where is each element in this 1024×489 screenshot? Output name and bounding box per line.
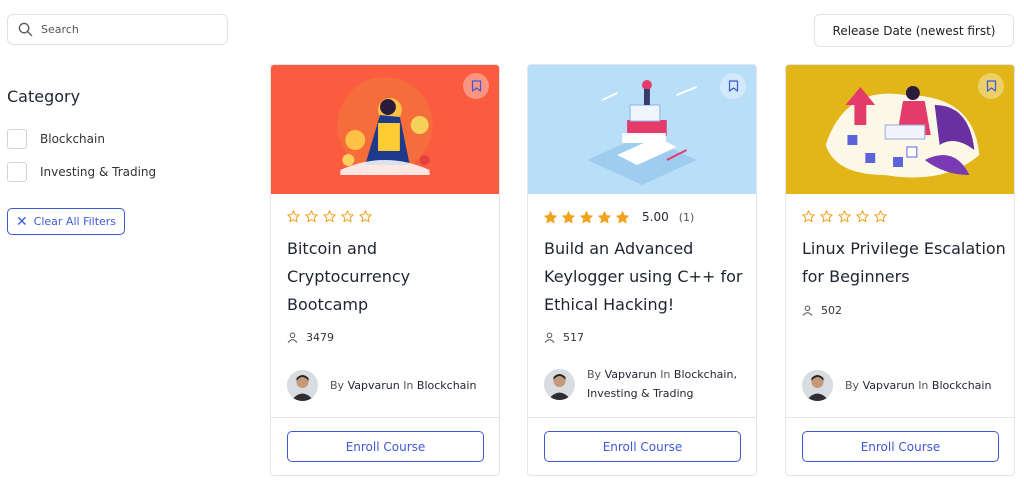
course-title[interactable]: Bitcoin and Cryptocurrency Bootcamp [287,235,492,319]
rating-value: 5.00 [642,210,669,224]
star-icon [616,210,629,223]
course-author: By Vapvarun In Blockchain, Investing & T… [544,365,737,403]
enrolled-count-value: 3479 [306,331,334,344]
sort-select-label: Release Date (newest first) [832,23,996,38]
course-author: By Vapvarun In Blockchain [802,370,995,401]
enrolled-count: 517 [544,331,584,344]
author-by: By [587,368,602,381]
rating-stars: 5.00 (1) [544,210,694,224]
bookmark-button[interactable] [463,73,489,99]
course-title[interactable]: Linux Privilege Escalation for Beginners [802,235,1007,291]
avatar[interactable] [287,370,318,401]
star-icon [359,210,372,223]
user-icon [287,332,298,343]
author-in: In [660,368,671,381]
user-icon [544,332,555,343]
enrolled-count: 3479 [287,331,334,344]
author-in: In [403,379,414,392]
avatar[interactable] [802,370,833,401]
star-icon [287,210,300,223]
enroll-course-label: Enroll Course [345,439,426,454]
clear-filters-label: Clear All Filters [33,215,117,228]
star-icon [341,210,354,223]
category-heading: Category [7,87,81,106]
category-filter-investing-trading[interactable]: Investing & Trading [7,162,156,182]
course-card[interactable]: Bitcoin and Cryptocurrency Bootcamp 3479… [270,64,500,476]
author-meta: By Vapvarun In Blockchain [845,376,995,395]
course-title[interactable]: Build an Advanced Keylogger using C++ fo… [544,235,749,319]
course-archive-page: Release Date (newest first) Category Blo… [0,0,1024,489]
star-icon [305,210,318,223]
category-label: Blockchain [40,132,105,146]
course-author: By Vapvarun In Blockchain [287,370,480,401]
author-by: By [330,379,345,392]
card-divider [271,417,499,418]
author-name-link[interactable]: Vapvarun [605,368,657,381]
search-input[interactable] [41,23,211,36]
star-icon [562,210,575,223]
star-icon [323,210,336,223]
checkbox[interactable] [7,162,27,182]
bookmark-icon [471,80,481,92]
search-icon [18,22,33,37]
avatar[interactable] [544,368,575,400]
category-label: Investing & Trading [40,165,157,179]
author-in: In [918,379,929,392]
course-thumbnail[interactable] [528,65,756,194]
star-icon [838,210,851,223]
star-icon [580,210,593,223]
star-icon [544,210,557,223]
enroll-course-button[interactable]: Enroll Course [802,431,999,462]
clear-filters-button[interactable]: ✕ Clear All Filters [7,208,125,235]
course-card[interactable]: Linux Privilege Escalation for Beginners… [785,64,1015,476]
star-icon [802,210,815,223]
rating-count: (1) [678,210,695,224]
bookmark-button[interactable] [978,73,1004,99]
enrolled-count-value: 517 [563,331,584,344]
course-category-link[interactable]: Blockchain [932,379,992,392]
enroll-course-label: Enroll Course [602,439,683,454]
author-meta: By Vapvarun In Blockchain, Investing & T… [587,365,737,403]
checkbox[interactable] [7,129,27,149]
course-thumbnail[interactable] [786,65,1014,194]
star-icon [856,210,869,223]
user-icon [802,305,813,316]
card-divider [786,417,1014,418]
course-card[interactable]: 5.00 (1) Build an Advanced Keylogger usin… [527,64,757,476]
course-category-link[interactable]: Blockchain [417,379,477,392]
rating-stars [287,210,377,223]
author-name-link[interactable]: Vapvarun [863,379,915,392]
star-icon [598,210,611,223]
star-icon [820,210,833,223]
bookmark-icon [728,80,738,92]
author-by: By [845,379,860,392]
enrolled-count: 502 [802,304,842,317]
enroll-course-label: Enroll Course [860,439,941,454]
enroll-course-button[interactable]: Enroll Course [287,431,484,462]
bookmark-button[interactable] [720,73,746,99]
author-meta: By Vapvarun In Blockchain [330,376,480,395]
bookmark-icon [986,80,996,92]
close-icon: ✕ [15,213,28,230]
card-divider [528,417,756,418]
course-thumbnail[interactable] [271,65,499,194]
rating-stars [802,210,892,223]
enrolled-count-value: 502 [821,304,842,317]
star-icon [874,210,887,223]
search-box[interactable] [7,14,228,45]
sort-select[interactable]: Release Date (newest first) [814,14,1014,47]
enroll-course-button[interactable]: Enroll Course [544,431,741,462]
category-filter-blockchain[interactable]: Blockchain [7,129,105,149]
author-name-link[interactable]: Vapvarun [348,379,400,392]
